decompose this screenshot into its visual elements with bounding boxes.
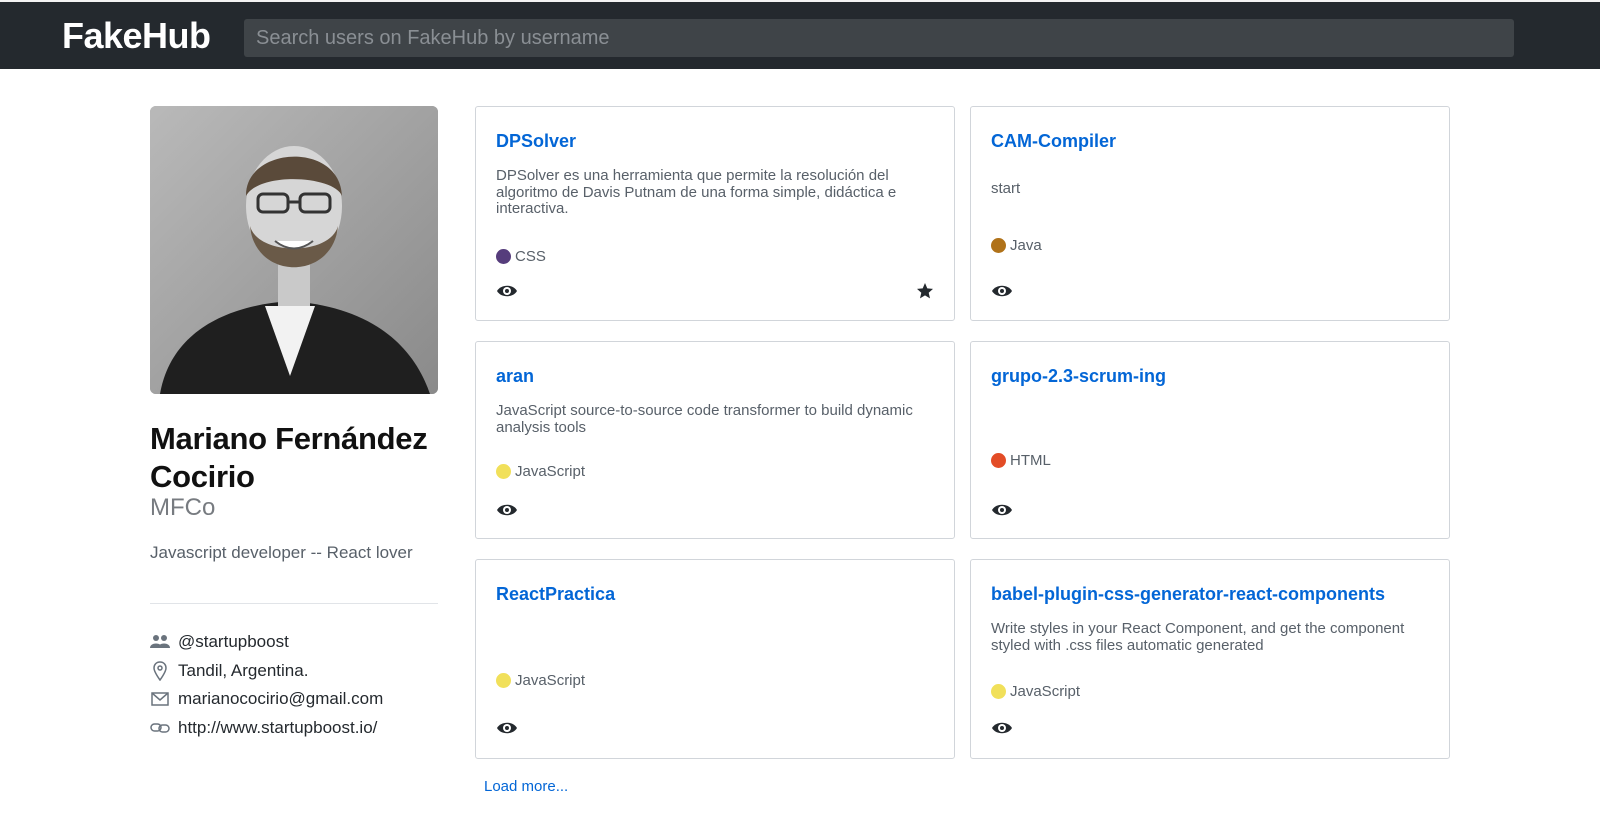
profile-bio: Javascript developer -- React lover	[150, 543, 413, 562]
location-pin-icon	[150, 661, 170, 681]
app-logo[interactable]: FakeHub	[62, 16, 211, 56]
language-color-dot	[496, 249, 511, 264]
website-link[interactable]: http://www.startupboost.io/	[178, 718, 377, 738]
repo-title[interactable]: DPSolver	[496, 131, 576, 152]
profile-details: @startupboost Tandil, Argentina. mariano…	[150, 628, 383, 742]
profile-email[interactable]: marianococirio@gmail.com	[150, 685, 383, 714]
eye-icon[interactable]	[991, 283, 1013, 299]
top-nav-bar: FakeHub	[0, 0, 1600, 69]
repo-language: CSS	[496, 248, 546, 265]
repo-language: Java	[991, 237, 1042, 254]
repo-language: JavaScript	[991, 683, 1080, 700]
avatar	[150, 106, 438, 394]
repo-language-name: JavaScript	[515, 463, 586, 480]
eye-icon[interactable]	[496, 502, 518, 518]
repo-description: DPSolver es una herramienta que permite …	[496, 167, 897, 217]
star-icon[interactable]	[916, 282, 934, 300]
repo-title[interactable]: CAM-Compiler	[991, 131, 1116, 152]
repo-title[interactable]: babel-plugin-css-generator-react-compone…	[991, 584, 1385, 605]
profile-website[interactable]: http://www.startupboost.io/	[150, 714, 383, 743]
language-color-dot	[991, 684, 1006, 699]
load-more-link[interactable]: Load more...	[484, 778, 568, 795]
repo-description: start	[991, 180, 1021, 197]
search-input[interactable]	[244, 19, 1514, 57]
language-color-dot	[991, 453, 1006, 468]
language-color-dot	[991, 238, 1006, 253]
repo-language-name: HTML	[1010, 452, 1051, 469]
mail-icon	[150, 689, 170, 709]
profile-location: Tandil, Argentina.	[150, 657, 383, 686]
repo-card[interactable]: CAM-Compiler start Java	[970, 106, 1450, 321]
repo-description: Write styles in your React Component, an…	[991, 620, 1405, 654]
people-icon	[150, 632, 170, 652]
repo-card[interactable]: aran JavaScript source-to-source code tr…	[475, 341, 955, 539]
repo-language: HTML	[991, 452, 1051, 469]
repo-title[interactable]: grupo-2.3-scrum-ing	[991, 366, 1166, 387]
repo-card[interactable]: babel-plugin-css-generator-react-compone…	[970, 559, 1450, 759]
link-icon	[150, 718, 170, 738]
repo-language-name: Java	[1010, 237, 1042, 254]
profile-name: Mariano Fernández Cocirio	[150, 421, 428, 494]
repo-language-name: CSS	[515, 248, 546, 265]
eye-icon[interactable]	[496, 283, 518, 299]
divider	[150, 603, 438, 604]
repo-card[interactable]: grupo-2.3-scrum-ing HTML	[970, 341, 1450, 539]
eye-icon[interactable]	[991, 502, 1013, 518]
profile-login: MFCo	[150, 494, 216, 521]
repo-card[interactable]: DPSolver DPSolver es una herramienta que…	[475, 106, 955, 321]
language-color-dot	[496, 673, 511, 688]
email-link[interactable]: marianococirio@gmail.com	[178, 689, 383, 709]
company-text: @startupboost	[178, 632, 289, 652]
repo-title[interactable]: aran	[496, 366, 534, 387]
repo-description: JavaScript source-to-source code transfo…	[496, 402, 913, 436]
repo-title[interactable]: ReactPractica	[496, 584, 615, 605]
profile-company: @startupboost	[150, 628, 383, 657]
repo-language: JavaScript	[496, 463, 585, 480]
location-text: Tandil, Argentina.	[178, 660, 309, 680]
repo-language-name: JavaScript	[1010, 683, 1081, 700]
repo-card[interactable]: ReactPractica JavaScript	[475, 559, 955, 759]
repo-language-name: JavaScript	[515, 672, 586, 689]
eye-icon[interactable]	[991, 720, 1013, 736]
repo-language: JavaScript	[496, 672, 585, 689]
language-color-dot	[496, 464, 511, 479]
eye-icon[interactable]	[496, 720, 518, 736]
